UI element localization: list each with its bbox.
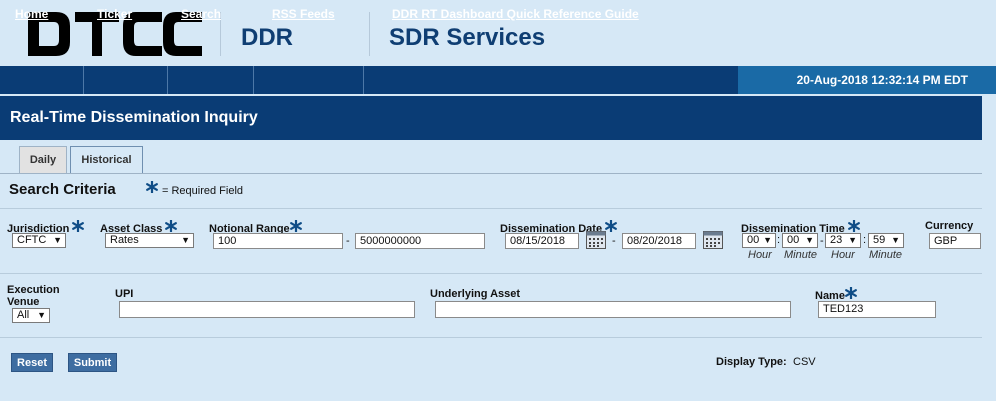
chevron-down-icon: ▼ [848, 235, 857, 245]
currency-input[interactable]: GBP [929, 233, 981, 249]
chevron-down-icon: ▼ [53, 235, 62, 245]
name-label: Name [815, 287, 857, 302]
nav-datetime: 20-Aug-2018 12:32:14 PM EDT [796, 73, 968, 87]
required-asterisk-icon [146, 181, 158, 193]
section-title: Search Criteria [9, 181, 116, 198]
time-colon: : [777, 234, 781, 246]
nav-ticker-link[interactable]: Ticker [97, 7, 132, 21]
nav-quick-reference-link[interactable]: DDR RT Dashboard Quick Reference Guide [392, 7, 639, 21]
nav-datetime-box: 20-Aug-2018 12:32:14 PM EDT [738, 66, 996, 94]
chevron-down-icon: ▼ [37, 310, 46, 320]
nav-separator [167, 66, 168, 94]
to-hour-select[interactable]: 23 ▼ [825, 233, 861, 248]
asset-class-select[interactable]: Rates ▼ [105, 233, 194, 248]
chevron-down-icon: ▼ [763, 235, 772, 245]
to-hour-caption: Hour [831, 249, 855, 261]
header-divider [369, 12, 370, 56]
chevron-down-icon: ▼ [181, 235, 190, 245]
nav-home-link[interactable]: Home [15, 7, 48, 21]
upi-input[interactable] [119, 301, 415, 318]
tab-divider [0, 173, 982, 174]
execution-venue-label: Execution Venue [7, 284, 60, 308]
section-divider [0, 208, 982, 209]
from-minute-value: 00 [787, 234, 800, 246]
required-asterisk-icon [289, 220, 302, 232]
required-asterisk-icon [847, 220, 860, 232]
product-name: DDR [241, 24, 293, 51]
required-asterisk-icon [605, 220, 618, 232]
upi-label: UPI [115, 288, 134, 300]
required-asterisk-icon [845, 287, 857, 299]
service-name: SDR Services [389, 24, 546, 51]
to-minute-select[interactable]: 59 ▼ [868, 233, 904, 248]
to-minute-caption: Minute [869, 249, 903, 261]
required-asterisk-icon [165, 220, 178, 232]
from-minute-caption: Minute [784, 249, 818, 261]
row-divider [0, 337, 982, 338]
calendar-icon[interactable] [586, 231, 606, 249]
tab-historical[interactable]: Historical [70, 146, 143, 174]
page-title-bar: Real-Time Dissemination Inquiry [0, 96, 982, 140]
execution-venue-value: All [17, 309, 30, 321]
from-hour-select[interactable]: 00 ▼ [742, 233, 776, 248]
row-divider [0, 273, 982, 274]
execution-venue-select[interactable]: All ▼ [12, 308, 50, 323]
nav-rss-link[interactable]: RSS Feeds [272, 7, 335, 21]
name-input[interactable]: TED123 [818, 301, 936, 318]
date-from-input[interactable]: 08/15/2018 [505, 233, 579, 249]
to-hour-value: 23 [830, 234, 843, 246]
date-range-dash: - [612, 235, 616, 247]
underlying-asset-label: Underlying Asset [430, 288, 521, 300]
required-field-legend: = Required Field [162, 185, 244, 197]
display-type-label: Display Type: [716, 356, 787, 368]
calendar-icon[interactable] [703, 231, 723, 249]
nav-separator [363, 66, 364, 94]
currency-label: Currency [925, 220, 974, 232]
page-title: Real-Time Dissemination Inquiry [10, 109, 258, 126]
time-colon: : [863, 234, 867, 246]
date-to-input[interactable]: 08/20/2018 [622, 233, 696, 249]
time-range-dash: - [820, 235, 824, 247]
chevron-down-icon: ▼ [891, 235, 900, 245]
submit-button[interactable]: Submit [68, 353, 117, 372]
nav-separator [253, 66, 254, 94]
from-hour-value: 00 [747, 234, 760, 246]
nav-search-link[interactable]: Search [181, 7, 221, 21]
from-minute-select[interactable]: 00 ▼ [782, 233, 818, 248]
to-minute-value: 59 [873, 234, 886, 246]
reset-button[interactable]: Reset [11, 353, 53, 372]
underlying-asset-input[interactable] [435, 301, 791, 318]
jurisdiction-select[interactable]: CFTC ▼ [12, 233, 66, 248]
display-type-value: CSV [793, 356, 816, 368]
asset-class-value: Rates [110, 234, 139, 246]
jurisdiction-value: CFTC [17, 234, 47, 246]
from-hour-caption: Hour [748, 249, 772, 261]
tab-daily[interactable]: Daily [19, 146, 67, 173]
range-dash: - [346, 235, 350, 247]
notional-to-input[interactable]: 5000000000 [355, 233, 485, 249]
right-gutter [982, 96, 996, 401]
chevron-down-icon: ▼ [805, 235, 814, 245]
nav-separator [83, 66, 84, 94]
required-asterisk-icon [72, 220, 85, 232]
notional-from-input[interactable]: 100 [213, 233, 343, 249]
